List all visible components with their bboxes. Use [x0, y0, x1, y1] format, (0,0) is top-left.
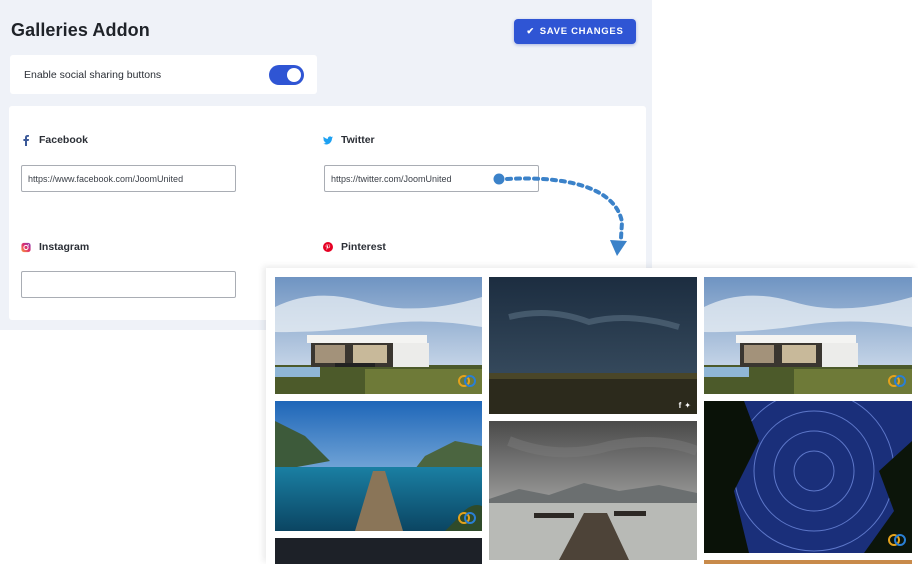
gallery-photo-mountain-dock[interactable]	[489, 421, 697, 560]
gallery-photo-partial[interactable]	[704, 560, 912, 564]
brand-logo-icon	[887, 533, 907, 548]
facebook-label: Facebook	[39, 134, 89, 146]
instagram-label: Instagram	[39, 241, 90, 253]
instagram-label-row: Instagram	[21, 241, 89, 253]
gallery-photo-house-2[interactable]	[704, 277, 912, 394]
pinterest-icon	[323, 242, 333, 252]
page-title: Galleries Addon	[11, 20, 150, 40]
twitter-icon	[323, 135, 333, 145]
social-sharing-setting: Enable social sharing buttons	[10, 55, 317, 94]
facebook-icon	[21, 134, 31, 146]
gallery-photo-night-field[interactable]: f ✦	[489, 277, 697, 414]
facebook-share-icon[interactable]: f	[679, 401, 682, 410]
facebook-url-input[interactable]	[21, 165, 236, 192]
social-sharing-label: Enable social sharing buttons	[24, 69, 162, 81]
pinterest-label: Pinterest	[341, 241, 386, 253]
instagram-url-input[interactable]	[21, 271, 236, 298]
check-icon: ✔	[526, 26, 535, 36]
gallery-photo-lake-pier[interactable]	[275, 401, 482, 531]
gallery-photo-star-trails[interactable]	[704, 401, 912, 553]
twitter-share-icon[interactable]: ✦	[684, 401, 691, 410]
gallery-photo-partial[interactable]	[275, 538, 482, 564]
gallery-photo-house[interactable]	[275, 277, 482, 394]
brand-logo-icon	[457, 374, 477, 389]
toggle-knob	[287, 68, 301, 82]
twitter-label: Twitter	[341, 134, 375, 146]
save-changes-button[interactable]: ✔ SAVE CHANGES	[514, 19, 636, 44]
instagram-icon	[21, 242, 31, 252]
social-sharing-toggle[interactable]	[269, 65, 304, 85]
save-changes-label: SAVE CHANGES	[539, 26, 624, 37]
gallery-preview: f ✦	[266, 268, 918, 564]
twitter-label-row: Twitter	[323, 134, 375, 146]
brand-logo-icon	[457, 511, 477, 526]
pinterest-label-row: Pinterest	[323, 241, 386, 253]
twitter-url-input[interactable]	[324, 165, 539, 192]
brand-logo-icon	[887, 374, 907, 389]
share-buttons-overlay[interactable]: f ✦	[679, 401, 691, 410]
facebook-label-row: Facebook	[21, 134, 88, 146]
